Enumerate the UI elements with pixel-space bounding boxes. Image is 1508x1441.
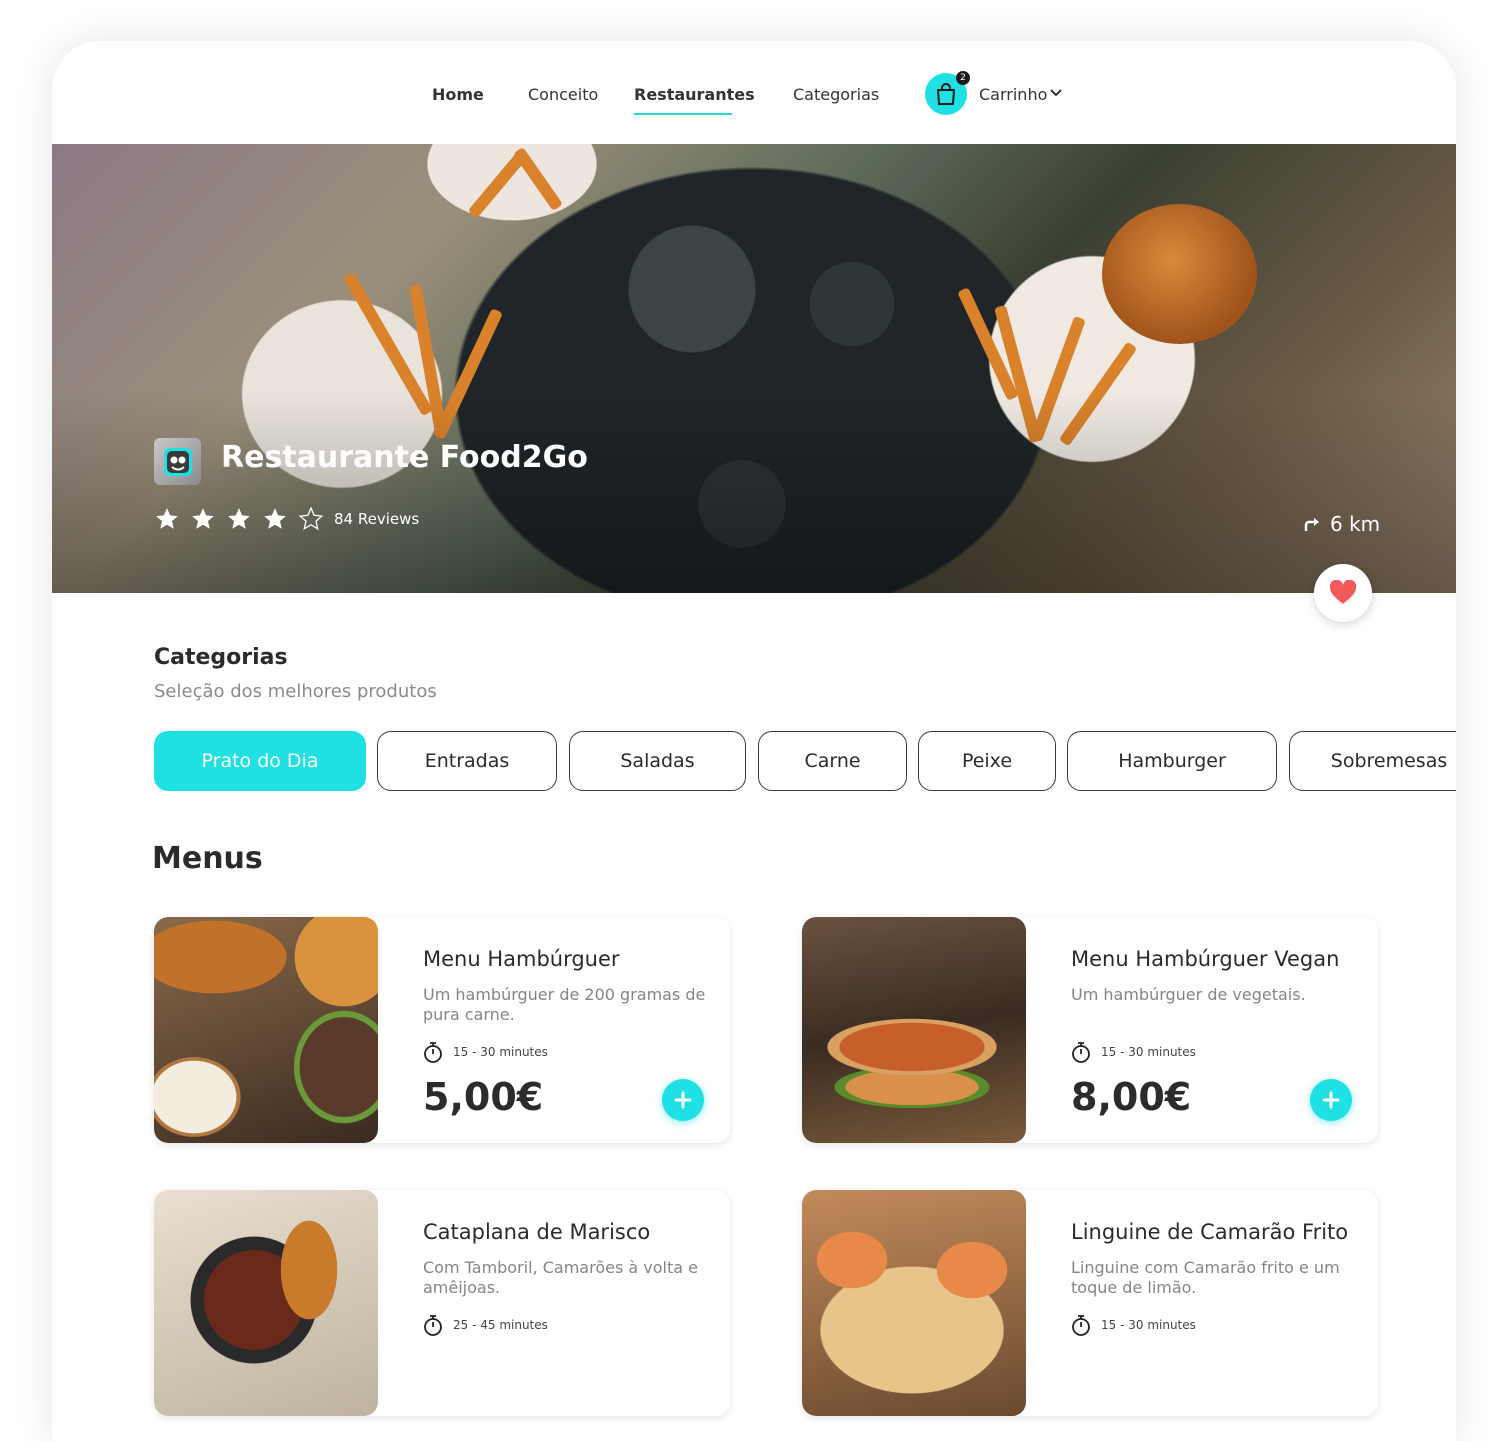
menu-description: Com Tamboril, Camarões à volta e amêijoa…	[423, 1258, 698, 1297]
nav-conceito[interactable]: Conceito	[528, 85, 598, 104]
star-filled-icon	[264, 508, 286, 529]
menu-price: 5,00€	[423, 1075, 544, 1119]
cart-label[interactable]: Carrinho	[979, 85, 1047, 104]
menu-description: Um hambúrguer de 200 gramas de pura carn…	[423, 985, 706, 1024]
menu-time-text: 15 - 30 minutes	[1101, 1318, 1196, 1332]
star-filled-icon	[228, 508, 250, 529]
menu-prep-time: 25 - 45 minutes	[423, 1314, 548, 1336]
menu-prep-time: 15 - 30 minutes	[1071, 1041, 1196, 1063]
category-chip-sobremesas[interactable]: Sobremesas	[1289, 731, 1456, 791]
menu-card[interactable]: Cataplana de Marisco Com Tamboril, Camar…	[154, 1190, 730, 1416]
distance-value: 6 km	[1330, 512, 1381, 536]
distance-indicator: 6 km	[1304, 512, 1380, 536]
category-chip-peixe[interactable]: Peixe	[918, 731, 1056, 791]
menu-card[interactable]: Menu Hambúrguer Vegan Um hambúrguer de v…	[802, 917, 1378, 1143]
menu-price: 8,00€	[1071, 1075, 1192, 1119]
menu-image-linguine	[802, 1190, 1026, 1416]
star-filled-icon	[192, 508, 214, 529]
menu-time-text: 15 - 30 minutes	[1101, 1045, 1196, 1059]
shopping-bag-icon	[937, 83, 955, 105]
menu-name: Menu Hambúrguer	[423, 947, 620, 971]
menu-image-burger	[154, 917, 378, 1143]
categories-title: Categorias	[154, 645, 288, 670]
category-chip-entradas[interactable]: Entradas	[377, 731, 557, 791]
turn-right-arrow-icon	[1304, 518, 1319, 531]
star-outline-icon	[298, 506, 324, 531]
menu-image-vegan-burger	[802, 917, 1026, 1143]
nav-active-indicator	[634, 113, 732, 115]
favorite-button[interactable]	[1314, 564, 1372, 622]
category-chip-saladas[interactable]: Saladas	[569, 731, 746, 791]
menu-name: Cataplana de Marisco	[423, 1220, 651, 1244]
restaurant-logo	[154, 438, 201, 485]
restaurant-hero-image: Restaurante Food2Go 84 Reviews 6 km	[52, 144, 1456, 593]
stopwatch-icon	[1072, 1042, 1090, 1063]
heart-icon	[1329, 580, 1357, 604]
stopwatch-icon	[424, 1042, 442, 1063]
menu-card[interactable]: Menu Hambúrguer Um hambúrguer de 200 gra…	[154, 917, 730, 1143]
nav-home[interactable]: Home	[432, 85, 484, 104]
add-to-cart-button[interactable]	[1310, 1079, 1352, 1121]
plus-icon	[1322, 1091, 1340, 1109]
menu-time-text: 15 - 30 minutes	[453, 1045, 548, 1059]
category-chip-prato-do-dia[interactable]: Prato do Dia	[154, 731, 366, 791]
star-filled-icon	[156, 508, 178, 529]
menu-card[interactable]: Linguine de Camarão Frito Linguine com C…	[802, 1190, 1378, 1416]
rating-stars	[154, 506, 324, 532]
smiley-logo-icon	[163, 447, 192, 476]
chevron-down-icon[interactable]	[1049, 88, 1063, 98]
menu-time-text: 25 - 45 minutes	[453, 1318, 548, 1332]
categories-subtitle: Seleção dos melhores produtos	[154, 681, 437, 702]
top-navigation: Home Conceito Restaurantes Categorias 2 …	[52, 41, 1456, 144]
plus-icon	[674, 1091, 692, 1109]
category-chip-carne[interactable]: Carne	[758, 731, 907, 791]
menu-description: Um hambúrguer de vegetais.	[1071, 985, 1306, 1004]
restaurant-name: Restaurante Food2Go	[221, 440, 588, 475]
category-chip-hamburger[interactable]: Hamburger	[1067, 731, 1277, 791]
nav-restaurantes[interactable]: Restaurantes	[634, 85, 755, 104]
menu-prep-time: 15 - 30 minutes	[423, 1041, 548, 1063]
menus-title: Menus	[152, 841, 263, 876]
reviews-count[interactable]: 84 Reviews	[334, 510, 419, 528]
menu-name: Menu Hambúrguer Vegan	[1071, 947, 1340, 971]
add-to-cart-button[interactable]	[662, 1079, 704, 1121]
app-frame: Home Conceito Restaurantes Categorias 2 …	[52, 41, 1456, 1441]
stopwatch-icon	[1072, 1315, 1090, 1336]
menu-name: Linguine de Camarão Frito	[1071, 1220, 1349, 1244]
nav-categorias[interactable]: Categorias	[793, 85, 879, 104]
menu-image-cataplana	[154, 1190, 378, 1416]
cart-count-badge: 2	[956, 71, 970, 85]
menu-prep-time: 15 - 30 minutes	[1071, 1314, 1196, 1336]
menu-description: Linguine com Camarão frito e um toque de…	[1071, 1258, 1340, 1297]
stopwatch-icon	[424, 1315, 442, 1336]
